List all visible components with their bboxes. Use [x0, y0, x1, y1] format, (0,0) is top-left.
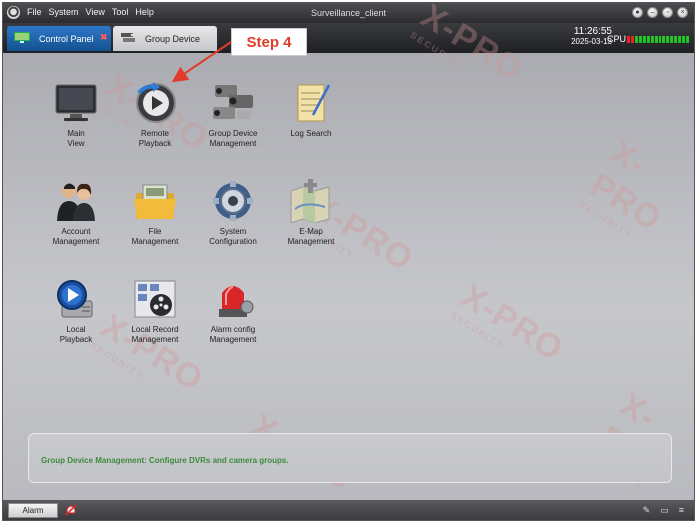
collapse-icon[interactable]: ≡ — [679, 505, 684, 516]
tab-label: Control Panel — [39, 34, 94, 44]
close-icon[interactable]: × — [677, 7, 688, 18]
module-label: File Management — [131, 227, 179, 246]
module-label: E-Map Management — [287, 227, 335, 246]
local-playback-icon — [57, 280, 93, 318]
module-file-management[interactable]: File Management — [115, 179, 195, 247]
monitor-icon — [14, 32, 30, 43]
tab-label: Group Device — [145, 34, 201, 44]
restore-icon[interactable]: ▫ — [662, 7, 673, 18]
status-message: Group Device Management: Configure DVRs … — [41, 456, 289, 465]
module-label: Local Playback — [59, 325, 93, 344]
module-label: System Configuration — [209, 227, 257, 246]
gear-icon — [213, 181, 253, 221]
window-title: Surveillance_client — [310, 8, 387, 18]
alarm-bell-icon[interactable] — [65, 503, 77, 516]
module-alarm-config-management[interactable]: Alarm config Management — [193, 277, 273, 345]
cpu-meter — [627, 36, 689, 43]
siren-icon — [219, 286, 254, 317]
cpu-label: CPU — [606, 34, 626, 44]
clock: 11:26:55 2025-03-13 — [571, 26, 612, 46]
remote-playback-icon — [136, 82, 176, 123]
module-label: Remote Playback — [138, 129, 172, 148]
minimize-icon[interactable]: – — [647, 7, 658, 18]
module-label: Group Device Management — [208, 129, 258, 148]
module-e-map-management[interactable]: E-Map Management — [271, 179, 351, 247]
status-panel: Group Device Management: Configure DVRs … — [28, 433, 672, 483]
module-label: Local Record Management — [131, 325, 179, 344]
tab-close-icon[interactable]: ✖ — [100, 32, 108, 43]
tab-bar: Control Panel ✖ Group Device 11:26:55 20… — [3, 23, 694, 53]
users-icon — [57, 183, 95, 221]
tab-control-panel[interactable]: Control Panel ✖ — [7, 26, 111, 51]
window-controls: ● – ▫ × — [632, 7, 688, 18]
device-group-icon — [121, 33, 135, 42]
map-icon — [290, 179, 330, 223]
module-local-record-management[interactable]: Local Record Management — [115, 277, 195, 345]
window-icon[interactable]: ▭ — [660, 505, 669, 516]
module-label: Account Management — [52, 227, 100, 246]
bottom-bar: Alarm ✎ ▭ ≡ — [3, 500, 694, 520]
film-reel-icon — [134, 280, 176, 318]
module-label: Log Search — [290, 129, 332, 138]
module-account-management[interactable]: Account Management — [36, 179, 116, 247]
clock-time: 11:26:55 — [573, 26, 612, 37]
watermark: X-PROSECURITY — [577, 132, 669, 241]
watermark: X-PROSECURITY — [448, 276, 571, 369]
module-group-device-management[interactable]: Group Device Management — [193, 81, 273, 149]
pin-icon[interactable]: ✎ — [643, 505, 651, 516]
module-local-playback[interactable]: Local Playback — [36, 277, 116, 345]
alarm-button[interactable]: Alarm — [8, 503, 58, 518]
module-log-search[interactable]: Log Search — [271, 81, 351, 139]
module-system-configuration[interactable]: System Configuration — [193, 179, 273, 247]
log-notepad-icon — [297, 84, 331, 122]
bottom-icons: ✎ ▭ ≡ — [643, 505, 684, 516]
title-bar: File System View Tool Help Surveillance_… — [3, 3, 694, 23]
clock-date: 2025-03-13 — [571, 37, 612, 46]
cameras-icon — [213, 85, 253, 119]
module-label: Main View — [67, 129, 85, 148]
monitor-icon — [55, 84, 97, 121]
module-remote-playback[interactable]: Remote Playback — [115, 81, 195, 149]
folder-icon — [134, 184, 176, 219]
module-label: Alarm config Management — [209, 325, 257, 344]
step-callout: Step 4 — [231, 28, 307, 56]
module-main-view[interactable]: Main View — [36, 81, 116, 149]
application-window: File System View Tool Help Surveillance_… — [2, 2, 695, 521]
lock-icon[interactable]: ● — [632, 7, 643, 18]
tab-group-device[interactable]: Group Device — [113, 26, 217, 51]
